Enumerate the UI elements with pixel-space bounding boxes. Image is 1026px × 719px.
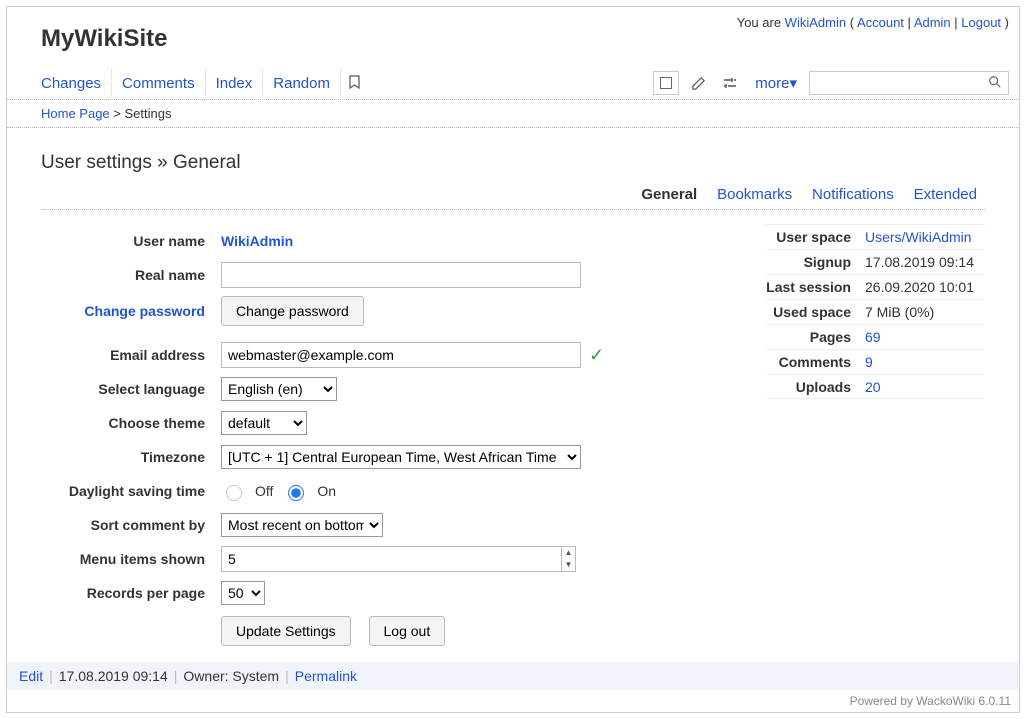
form-area: User name WikiAdmin Real name Change pas… (41, 228, 985, 654)
tab-notifications[interactable]: Notifications (812, 186, 894, 203)
breadcrumb-home[interactable]: Home Page (41, 106, 110, 121)
label-language: Select language (41, 381, 221, 397)
label-realname: Real name (41, 267, 221, 283)
email-input[interactable] (221, 342, 581, 368)
stats-signup-label: Signup (765, 254, 865, 270)
stats-comments-label: Comments (765, 354, 865, 370)
timezone-select[interactable]: [UTC + 1] Central European Time, West Af… (221, 445, 581, 469)
search-box (809, 71, 1009, 95)
header: You are WikiAdmin ( Account | Admin | Lo… (7, 7, 1019, 53)
footer-bar: Edit | 17.08.2019 09:14 | Owner: System … (7, 662, 1019, 690)
label-dst: Daylight saving time (41, 483, 221, 499)
content-area: User settings » General General Bookmark… (7, 128, 1019, 662)
stats-user-space-value[interactable]: Users/WikiAdmin (865, 229, 972, 245)
stats-lastsession-label: Last session (765, 279, 865, 295)
admin-link[interactable]: Admin (914, 15, 951, 30)
stats-comments-value[interactable]: 9 (865, 354, 873, 370)
menu-items-input[interactable] (221, 546, 576, 572)
sort-comment-select[interactable]: Most recent on bottom (221, 513, 383, 537)
label-email: Email address (41, 347, 221, 363)
footer-edit[interactable]: Edit (19, 668, 43, 684)
stats-signup-value: 17.08.2019 09:14 (865, 254, 985, 270)
settings-tabs: General Bookmarks Notifications Extended (41, 186, 985, 210)
stats-uploads-value[interactable]: 20 (865, 379, 881, 395)
stats-usedspace-label: Used space (765, 304, 865, 320)
app-window: You are WikiAdmin ( Account | Admin | Lo… (6, 6, 1020, 713)
label-records: Records per page (41, 585, 221, 601)
label-username: User name (41, 233, 221, 249)
stats-user-space-label: User space (765, 229, 865, 245)
nav-changes[interactable]: Changes (41, 69, 112, 98)
value-username[interactable]: WikiAdmin (221, 233, 293, 249)
label-sort-comment: Sort comment by (41, 517, 221, 533)
language-select[interactable]: English (en) (221, 377, 337, 401)
view-mode-button[interactable] (653, 71, 679, 95)
user-prefix: You are (737, 15, 785, 30)
powered-by: Powered by WackoWiki 6.0.11 (7, 690, 1019, 712)
edit-icon[interactable] (685, 71, 711, 95)
email-verified-icon: ✓ (589, 345, 604, 366)
footer-owner: Owner: System (183, 668, 279, 684)
tab-bookmarks[interactable]: Bookmarks (717, 186, 792, 203)
dst-on-label: On (317, 483, 336, 499)
tab-extended[interactable]: Extended (914, 186, 977, 203)
label-timezone: Timezone (41, 449, 221, 465)
nav-random[interactable]: Random (263, 69, 341, 98)
label-menu-items: Menu items shown (41, 551, 221, 567)
stats-lastsession-value: 26.09.2020 10:01 (865, 279, 985, 295)
nav-comments[interactable]: Comments (112, 69, 206, 98)
page-title: User settings » General (41, 152, 985, 174)
theme-select[interactable]: default (221, 411, 307, 435)
update-settings-button[interactable]: Update Settings (221, 616, 351, 646)
footer-permalink[interactable]: Permalink (295, 668, 357, 684)
more-dropdown[interactable]: more▾ (749, 74, 803, 92)
settings-icon[interactable] (717, 71, 743, 95)
breadcrumb-current: Settings (124, 106, 171, 121)
user-stats: User spaceUsers/WikiAdmin Signup17.08.20… (765, 224, 985, 654)
real-name-input[interactable] (221, 262, 581, 288)
settings-form: User name WikiAdmin Real name Change pas… (41, 228, 621, 654)
records-select[interactable]: 50 (221, 581, 265, 605)
dst-off-radio[interactable] (226, 485, 242, 501)
dst-off-label: Off (255, 483, 273, 499)
logout-button[interactable]: Log out (369, 616, 446, 646)
user-link[interactable]: WikiAdmin (785, 15, 846, 30)
top-nav: Changes Comments Index Random more▾ (7, 67, 1019, 100)
search-input[interactable] (814, 75, 986, 92)
account-link[interactable]: Account (857, 15, 904, 30)
nav-index[interactable]: Index (206, 69, 264, 98)
stats-uploads-label: Uploads (765, 379, 865, 395)
tab-general[interactable]: General (641, 186, 697, 203)
breadcrumb: Home Page > Settings (7, 100, 1019, 128)
right-tools: more▾ (647, 67, 1015, 99)
stats-pages-label: Pages (765, 329, 865, 345)
dst-on-radio[interactable] (288, 485, 304, 501)
stats-usedspace-value: 7 MiB (0%) (865, 304, 985, 320)
change-password-button[interactable]: Change password (221, 296, 364, 326)
label-theme: Choose theme (41, 415, 221, 431)
logout-link[interactable]: Logout (961, 15, 1001, 30)
footer-date: 17.08.2019 09:14 (59, 668, 168, 684)
stats-pages-value[interactable]: 69 (865, 329, 881, 345)
user-info-bar: You are WikiAdmin ( Account | Admin | Lo… (737, 15, 1009, 30)
search-icon[interactable] (986, 75, 1004, 92)
bookmark-icon[interactable] (341, 71, 368, 96)
label-change-password[interactable]: Change password (41, 303, 221, 319)
menu-items-stepper[interactable]: ▲▼ (561, 547, 575, 571)
